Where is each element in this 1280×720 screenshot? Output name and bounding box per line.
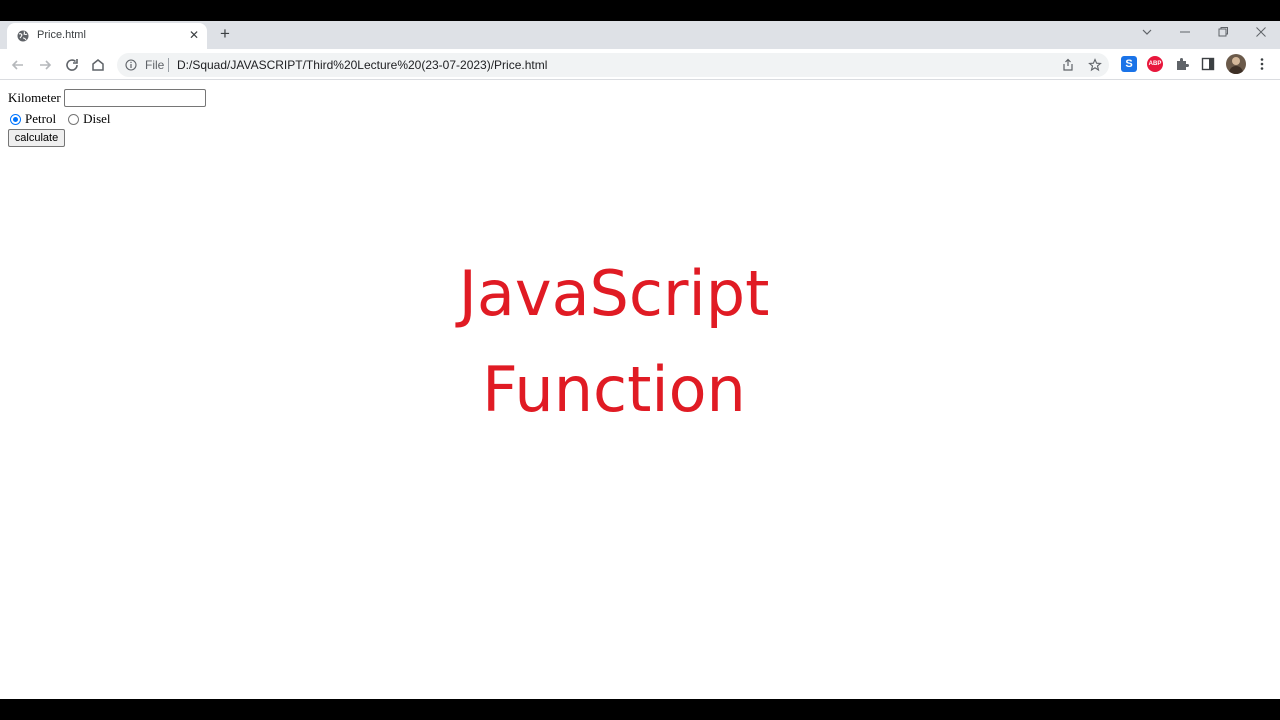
calculate-button[interactable]: calculate: [8, 129, 65, 147]
extension-s-icon[interactable]: S: [1121, 56, 1137, 72]
globe-icon: [17, 30, 29, 42]
toolbar: File D:/Squad/JAVASCRIPT/Third%20Lecture…: [0, 49, 1280, 80]
overlay-line-2: Function: [482, 353, 746, 426]
kilometer-row: Kilometer: [8, 89, 206, 107]
browser-window: Price.html ✕ + File D:/Squad/JAVASCRIPT/…: [0, 21, 1280, 699]
adblock-plus-icon[interactable]: ABP: [1147, 56, 1163, 72]
tab-title: Price.html: [37, 29, 86, 41]
tab-search-icon[interactable]: [1138, 25, 1156, 43]
extension-s-label: S: [1125, 58, 1133, 70]
menu-kebab-icon[interactable]: [1254, 56, 1270, 72]
letterbox-top: [0, 0, 1280, 21]
reload-icon[interactable]: [62, 55, 82, 75]
address-bar[interactable]: File D:/Squad/JAVASCRIPT/Third%20Lecture…: [117, 53, 1109, 77]
url-text[interactable]: D:/Squad/JAVASCRIPT/Third%20Lecture%20(2…: [177, 58, 547, 72]
page-content: Kilometer Petrol Disel calculate JavaScr…: [0, 81, 1280, 699]
new-tab-button[interactable]: +: [216, 25, 234, 43]
restore-button[interactable]: [1214, 25, 1232, 43]
close-tab-icon[interactable]: ✕: [187, 28, 201, 42]
side-panel-icon[interactable]: [1200, 56, 1216, 72]
forward-arrow-icon[interactable]: [35, 55, 55, 75]
profile-avatar[interactable]: [1226, 54, 1246, 74]
kilometer-label: Kilometer: [8, 90, 61, 105]
petrol-label: Petrol: [25, 111, 57, 126]
extensions-puzzle-icon[interactable]: [1174, 56, 1190, 72]
bookmark-star-icon[interactable]: [1088, 58, 1102, 72]
kilometer-input[interactable]: [63, 89, 206, 107]
overlay-title: JavaScript Function: [0, 246, 1228, 438]
letterbox-bottom: [0, 699, 1280, 720]
minimize-button[interactable]: [1176, 25, 1194, 43]
info-icon[interactable]: [125, 59, 137, 71]
home-icon[interactable]: [88, 55, 108, 75]
omnibox-divider: [168, 58, 169, 72]
petrol-radio[interactable]: [10, 113, 21, 125]
overlay-line-1: JavaScript: [458, 257, 770, 330]
tab-strip: Price.html ✕ +: [0, 21, 1280, 49]
tab-price-html[interactable]: Price.html ✕: [7, 23, 207, 49]
scheme-label: File: [145, 58, 165, 72]
close-window-button[interactable]: [1252, 25, 1270, 43]
fuel-radio-group: Petrol Disel: [10, 111, 111, 127]
back-arrow-icon[interactable]: [8, 55, 28, 75]
share-icon[interactable]: [1061, 58, 1075, 72]
adblock-plus-label: ABP: [1148, 61, 1162, 67]
disel-label: Disel: [83, 111, 111, 126]
disel-radio[interactable]: [68, 113, 80, 125]
